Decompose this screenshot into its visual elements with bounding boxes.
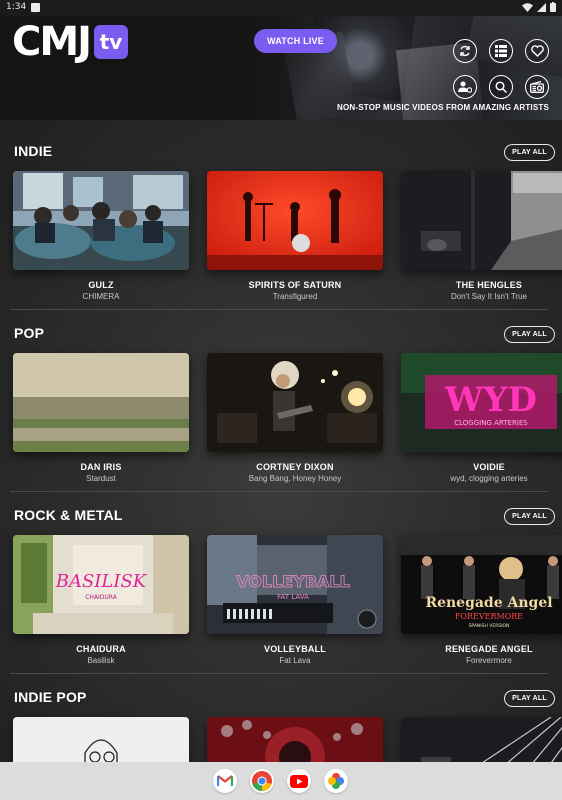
play-all-button[interactable]: PLAY ALL — [504, 508, 555, 525]
chaidura-thumb-logo: BASILISK — [55, 571, 148, 592]
card-song: Basilisk — [87, 656, 115, 665]
video-card-voidie[interactable]: WYD CLOGGING ARTERIES VOIDIE wyd, cloggi… — [401, 353, 562, 483]
cmj-tv-logo: CMJ tv — [12, 19, 129, 65]
renegade-thumb-sub: FOREVERMORE — [455, 612, 523, 621]
video-thumbnail[interactable]: WYD CLOGGING ARTERIES — [401, 353, 562, 452]
play-all-button[interactable]: PLAY ALL — [504, 144, 555, 161]
section-title: POP — [14, 325, 45, 341]
card-song: Transfigured — [272, 292, 318, 301]
video-card-dan-iris[interactable]: DAN IRIS Stardust — [13, 353, 189, 483]
card-song: wyd, clogging arteries — [450, 474, 528, 483]
card-artist: CORTNEY DIXON — [256, 462, 334, 472]
video-card-spirits-of-saturn[interactable]: SPIRITS OF SATURN Transfigured — [207, 171, 383, 301]
renegade-thumb-sub2: SPANISH VERSION — [469, 623, 510, 629]
video-thumbnail[interactable] — [207, 353, 383, 452]
refresh-icon[interactable] — [453, 39, 477, 63]
card-artist: VOLLEYBALL — [264, 644, 326, 654]
video-card-cortney-dixon[interactable]: CORTNEY DIXON Bang Bang, Honey Honey — [207, 353, 383, 483]
renegade-thumb-logo: Renegade Angel — [425, 595, 552, 611]
gmail-app-icon[interactable] — [213, 769, 237, 793]
video-card-the-hengles[interactable]: THE HENGLES Don't Say It Isn't True — [401, 171, 562, 301]
card-artist: RENEGADE ANGEL — [445, 644, 533, 654]
voidie-thumb-logo: WYD — [444, 380, 537, 420]
logo-tv-badge: tv — [94, 25, 129, 59]
status-icons — [522, 2, 556, 12]
video-card-chaidura[interactable]: BASILISK CHAIDURA CHAIDURA Basilisk — [13, 535, 189, 665]
status-bar: 1:34 — [0, 0, 562, 16]
card-song: Forevermore — [466, 656, 512, 665]
header: CMJ tv WATCH LIVE NON-STOP MUSIC VIDEOS … — [0, 16, 562, 120]
card-artist: SPIRITS OF SATURN — [248, 280, 342, 290]
tagline: NON-STOP MUSIC VIDEOS FROM AMAZING ARTIS… — [337, 103, 549, 112]
card-artist: VOIDIE — [473, 462, 505, 472]
card-artist: GULZ — [88, 280, 114, 290]
card-artist: DAN IRIS — [80, 462, 122, 472]
video-thumbnail[interactable] — [207, 717, 383, 762]
logo-text: CMJ — [12, 19, 92, 65]
video-thumbnail[interactable] — [401, 717, 562, 762]
video-card-indie-pop-3[interactable] — [401, 717, 562, 762]
section-divider — [10, 673, 548, 674]
voidie-thumb-sub: CLOGGING ARTERIES — [454, 419, 528, 427]
system-dock — [0, 762, 562, 800]
wifi-icon — [522, 2, 533, 12]
chaidura-thumb-sub: CHAIDURA — [85, 594, 118, 601]
video-thumbnail[interactable] — [401, 171, 562, 270]
list-grid-icon[interactable] — [489, 39, 513, 63]
video-card-gulz[interactable]: GULZ CHIMERA — [13, 171, 189, 301]
search-icon[interactable] — [489, 75, 513, 99]
signal-icon — [537, 2, 546, 12]
radio-icon[interactable] — [525, 75, 549, 99]
youtube-app-icon[interactable] — [287, 769, 311, 793]
watch-live-button[interactable]: WATCH LIVE — [254, 29, 337, 53]
status-time: 1:34 — [6, 2, 27, 12]
section-title: INDIE POP — [14, 689, 87, 705]
card-song: Don't Say It Isn't True — [451, 292, 527, 301]
volleyball-thumb-logo: VOLLEYBALL — [236, 572, 350, 591]
card-song: Stardust — [86, 474, 116, 483]
video-thumbnail[interactable]: Renegade Angel FOREVERMORE SPANISH VERSI… — [401, 535, 562, 634]
notification-icon — [31, 3, 40, 12]
card-song: Bang Bang, Honey Honey — [248, 474, 342, 483]
video-thumbnail[interactable] — [13, 353, 189, 452]
video-thumbnail[interactable] — [207, 171, 383, 270]
photos-app-icon[interactable] — [324, 769, 348, 793]
chrome-app-icon[interactable] — [250, 769, 274, 793]
account-settings-icon[interactable] — [453, 75, 477, 99]
video-card-volleyball[interactable]: VOLLEYBALL FAT LAVA VOLLEYBALL Fat Lava — [207, 535, 383, 665]
video-thumbnail[interactable] — [13, 171, 189, 270]
video-browser: INDIE PLAY ALL GULZ CHIMERA SPIRITS OF S… — [0, 120, 562, 762]
card-artist: THE HENGLES — [455, 280, 523, 290]
play-all-button[interactable]: PLAY ALL — [504, 326, 555, 343]
section-divider — [10, 309, 548, 310]
battery-icon — [550, 2, 556, 12]
video-thumbnail[interactable] — [13, 717, 189, 762]
heart-icon[interactable] — [525, 39, 549, 63]
video-card-renegade-angel[interactable]: Renegade Angel FOREVERMORE SPANISH VERSI… — [401, 535, 562, 665]
card-song: CHIMERA — [82, 292, 120, 301]
video-card-indie-pop-2[interactable] — [207, 717, 383, 762]
section-divider — [10, 491, 548, 492]
section-title: ROCK & METAL — [14, 507, 123, 523]
video-card-indie-pop-1[interactable] — [13, 717, 189, 762]
card-artist: CHAIDURA — [76, 644, 126, 654]
video-thumbnail[interactable]: BASILISK CHAIDURA — [13, 535, 189, 634]
section-title: INDIE — [14, 143, 53, 159]
volleyball-thumb-sub: FAT LAVA — [277, 593, 309, 601]
video-thumbnail[interactable]: VOLLEYBALL FAT LAVA — [207, 535, 383, 634]
card-song: Fat Lava — [279, 656, 311, 665]
play-all-button[interactable]: PLAY ALL — [504, 690, 555, 707]
